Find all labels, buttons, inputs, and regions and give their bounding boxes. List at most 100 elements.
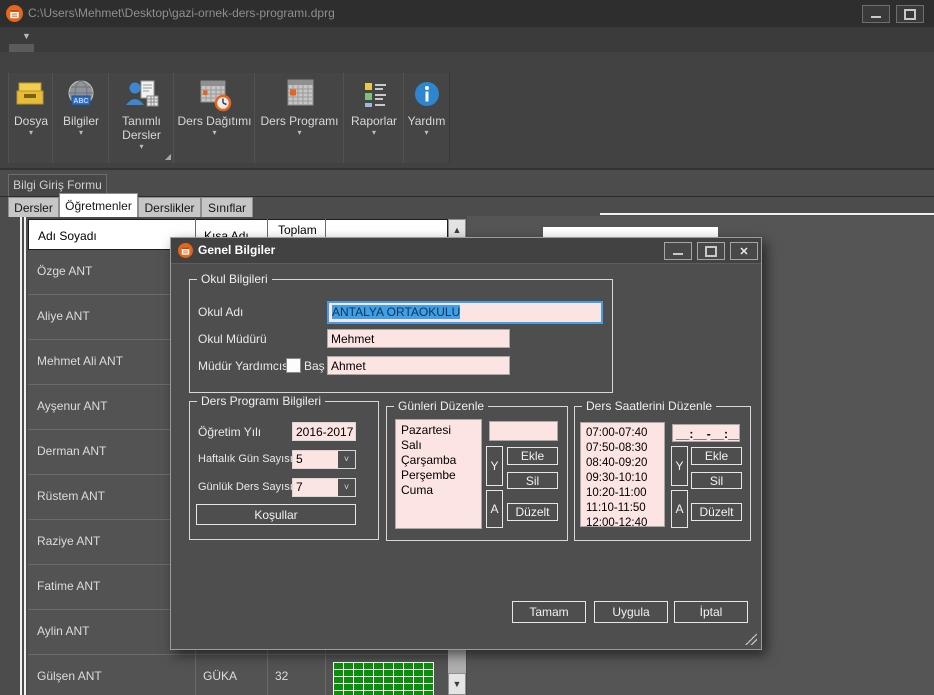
- teacher-short-name: GÜKA: [203, 669, 237, 683]
- chevron-down-icon: ˅: [338, 479, 355, 496]
- schedule-grid[interactable]: [333, 662, 434, 695]
- uygula-button[interactable]: Uygula: [594, 601, 668, 623]
- column-header-toplam[interactable]: Toplam: [278, 223, 317, 237]
- day-add-button[interactable]: Ekle: [507, 447, 558, 465]
- hour-move-up-button[interactable]: Y: [671, 446, 688, 486]
- group-ders-programi-bilgileri: Ders Programı Bilgileri Öğretim Yılı 201…: [189, 401, 379, 540]
- dialog-minimize-button[interactable]: [664, 242, 692, 260]
- selected-text: ANTALYA ORTAOKULU: [332, 305, 460, 319]
- table-row[interactable]: Gülşen ANT GÜKA 32: [28, 655, 448, 695]
- dialog-close-button[interactable]: ✕: [730, 242, 758, 260]
- teacher-name: Ayşenur ANT: [37, 399, 107, 413]
- list-item[interactable]: 09:30-10:10: [586, 471, 664, 486]
- hour-move-down-button[interactable]: A: [671, 490, 688, 528]
- haftalik-gun-sayisi-select[interactable]: 5 ˅: [292, 450, 356, 469]
- gunluk-ders-sayisi-select[interactable]: 7 ˅: [292, 478, 356, 497]
- ogretim-yili-input[interactable]: 2016-2017: [292, 422, 356, 441]
- schedule-cell: [344, 691, 353, 695]
- schedule-cell: [414, 677, 423, 683]
- schedule-cell: [424, 670, 433, 676]
- splitter-handle[interactable]: [24, 217, 26, 695]
- list-item[interactable]: 12:00-12:40: [586, 516, 664, 531]
- ribbon-button-yardim[interactable]: Yardım ▾: [403, 73, 450, 163]
- schedule-cell: [374, 670, 383, 676]
- list-item[interactable]: Pazartesi: [401, 423, 481, 438]
- dialog-title-bar[interactable]: Genel Bilgiler ✕: [171, 238, 761, 264]
- okul-muduru-input[interactable]: Mehmet: [327, 329, 510, 348]
- list-item[interactable]: 11:10-11:50: [586, 501, 664, 516]
- ribbon-button-tanimli-dersler[interactable]: Tanımlı Dersler ▾ ◢: [108, 73, 175, 163]
- list-item[interactable]: 07:50-08:30: [586, 441, 664, 456]
- day-move-down-button[interactable]: A: [486, 490, 503, 528]
- schedule-cell: [424, 663, 433, 669]
- report-icon: [344, 76, 404, 114]
- ribbon-button-raporlar[interactable]: Raporlar ▾: [343, 73, 405, 163]
- list-item[interactable]: Salı: [401, 438, 481, 453]
- calendar-clock-icon: [174, 76, 255, 114]
- app-icon: [6, 5, 23, 22]
- days-listbox[interactable]: Pazartesi Salı Çarşamba Perşembe Cuma: [395, 419, 482, 529]
- tab-dersler[interactable]: Dersler: [8, 197, 59, 217]
- svg-text:ABC: ABC: [73, 98, 88, 105]
- hours-listbox[interactable]: 07:00-07:40 07:50-08:30 08:40-09:20 09:3…: [580, 422, 665, 527]
- maximize-button[interactable]: [896, 5, 924, 23]
- quick-access-dropdown-icon[interactable]: ▼: [22, 31, 31, 41]
- hour-delete-button[interactable]: Sil: [691, 472, 742, 489]
- schedule-cell: [414, 684, 423, 690]
- quick-access-toolbar: [0, 27, 934, 52]
- ribbon-button-dosya[interactable]: Dosya ▾: [8, 73, 54, 163]
- hour-edit-button[interactable]: Düzelt: [691, 503, 742, 521]
- bas-checkbox-label: Baş: [304, 359, 325, 373]
- dialog-icon: [178, 243, 193, 258]
- tab-ogretmenler[interactable]: Öğretmenler: [59, 193, 138, 217]
- kosullar-button[interactable]: Koşullar: [196, 504, 356, 525]
- schedule-cell: [334, 677, 343, 683]
- bas-checkbox[interactable]: [286, 358, 301, 373]
- tab-derslikler[interactable]: Derslikler: [138, 197, 201, 217]
- genel-bilgiler-dialog: Genel Bilgiler ✕ Okul Bilgileri Okul Adı…: [170, 237, 762, 650]
- schedule-cell: [334, 670, 343, 676]
- hour-mask-input[interactable]: __:__-__:__: [672, 424, 740, 442]
- ribbon-launcher-icon[interactable]: ◢: [165, 152, 171, 161]
- list-item[interactable]: Perşembe: [401, 468, 481, 483]
- list-item[interactable]: Çarşamba: [401, 453, 481, 468]
- day-move-up-button[interactable]: Y: [486, 446, 503, 486]
- schedule-cell: [354, 691, 363, 695]
- schedule-cell: [384, 684, 393, 690]
- minimize-button[interactable]: [862, 5, 890, 23]
- hour-add-button[interactable]: Ekle: [691, 447, 742, 465]
- folder-icon: [9, 76, 53, 114]
- iptal-button[interactable]: İptal: [674, 601, 748, 623]
- chevron-down-icon: ▾: [344, 128, 404, 137]
- selected-value: 7: [293, 479, 338, 496]
- ribbon-button-bilgiler[interactable]: ABC Bilgiler ▾: [52, 73, 110, 163]
- schedule-cell: [384, 670, 393, 676]
- scroll-down-button[interactable]: ▼: [448, 673, 466, 695]
- schedule-cell: [404, 684, 413, 690]
- list-item[interactable]: 08:40-09:20: [586, 456, 664, 471]
- ribbon-button-ders-dagitimi[interactable]: Ders Dağıtımı ▾: [173, 73, 256, 163]
- person-document-icon: [109, 76, 174, 114]
- schedule-cell: [384, 691, 393, 695]
- tamam-button[interactable]: Tamam: [512, 601, 586, 623]
- schedule-cell: [354, 677, 363, 683]
- resize-grip[interactable]: [745, 633, 757, 645]
- teacher-name: Özge ANT: [37, 264, 92, 278]
- list-item[interactable]: 10:20-11:00: [586, 486, 664, 501]
- mudur-yardimcisi-input[interactable]: Ahmet: [327, 356, 510, 375]
- splitter-handle[interactable]: [20, 217, 22, 695]
- schedule-cell: [394, 684, 403, 690]
- ribbon-button-ders-programi[interactable]: Ders Programı ▾: [254, 73, 345, 163]
- dialog-maximize-button[interactable]: [697, 242, 725, 260]
- tab-siniflar[interactable]: Sınıflar: [201, 197, 253, 217]
- list-item[interactable]: Cuma: [401, 483, 481, 498]
- schedule-cell: [374, 663, 383, 669]
- list-item[interactable]: 07:00-07:40: [586, 426, 664, 441]
- day-edit-button[interactable]: Düzelt: [507, 503, 558, 521]
- okul-adi-input[interactable]: ANTALYA ORTAOKULU: [327, 301, 603, 324]
- ribbon-label: Ders Dağıtımı: [174, 114, 255, 128]
- day-input[interactable]: [489, 421, 558, 441]
- schedule-cell: [384, 663, 393, 669]
- column-header-adi-soyadi[interactable]: Adı Soyadı: [38, 229, 97, 243]
- day-delete-button[interactable]: Sil: [507, 472, 558, 489]
